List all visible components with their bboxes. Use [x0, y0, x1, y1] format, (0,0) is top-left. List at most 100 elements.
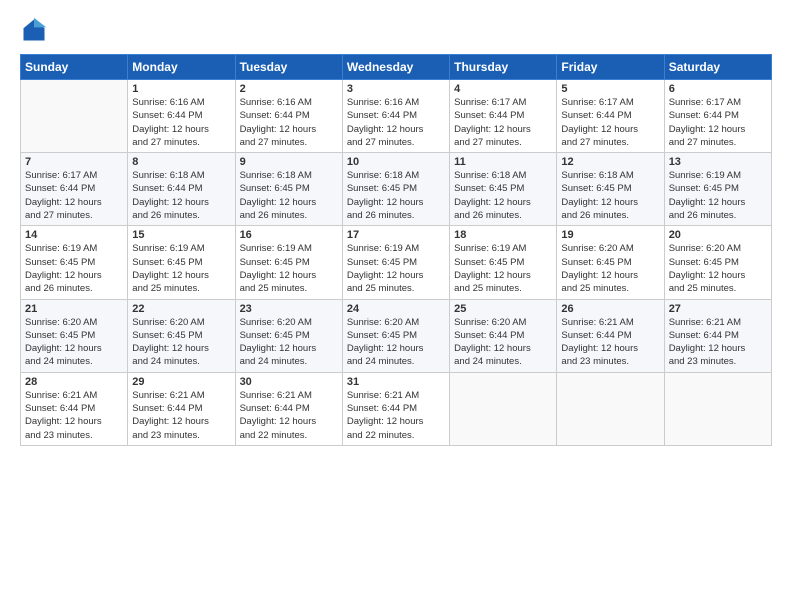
day-info: Sunrise: 6:19 AM Sunset: 6:45 PM Dayligh… [240, 242, 338, 295]
calendar-cell [21, 80, 128, 153]
day-number: 24 [347, 303, 445, 315]
day-info: Sunrise: 6:17 AM Sunset: 6:44 PM Dayligh… [669, 96, 767, 149]
day-info: Sunrise: 6:18 AM Sunset: 6:45 PM Dayligh… [240, 169, 338, 222]
calendar-cell: 5Sunrise: 6:17 AM Sunset: 6:44 PM Daylig… [557, 80, 664, 153]
day-number: 7 [25, 156, 123, 168]
day-number: 15 [132, 229, 230, 241]
day-number: 4 [454, 83, 552, 95]
day-number: 28 [25, 376, 123, 388]
calendar-cell [450, 372, 557, 445]
day-info: Sunrise: 6:16 AM Sunset: 6:44 PM Dayligh… [240, 96, 338, 149]
day-info: Sunrise: 6:21 AM Sunset: 6:44 PM Dayligh… [347, 389, 445, 442]
calendar-cell: 23Sunrise: 6:20 AM Sunset: 6:45 PM Dayli… [235, 299, 342, 372]
calendar-cell: 25Sunrise: 6:20 AM Sunset: 6:44 PM Dayli… [450, 299, 557, 372]
day-info: Sunrise: 6:16 AM Sunset: 6:44 PM Dayligh… [347, 96, 445, 149]
day-number: 17 [347, 229, 445, 241]
day-info: Sunrise: 6:19 AM Sunset: 6:45 PM Dayligh… [25, 242, 123, 295]
day-info: Sunrise: 6:20 AM Sunset: 6:45 PM Dayligh… [25, 316, 123, 369]
day-number: 10 [347, 156, 445, 168]
calendar-cell: 15Sunrise: 6:19 AM Sunset: 6:45 PM Dayli… [128, 226, 235, 299]
day-info: Sunrise: 6:21 AM Sunset: 6:44 PM Dayligh… [669, 316, 767, 369]
day-number: 21 [25, 303, 123, 315]
day-info: Sunrise: 6:18 AM Sunset: 6:45 PM Dayligh… [454, 169, 552, 222]
logo-icon [20, 16, 48, 44]
day-number: 30 [240, 376, 338, 388]
day-info: Sunrise: 6:19 AM Sunset: 6:45 PM Dayligh… [669, 169, 767, 222]
day-number: 25 [454, 303, 552, 315]
day-number: 5 [561, 83, 659, 95]
day-number: 8 [132, 156, 230, 168]
calendar-cell: 11Sunrise: 6:18 AM Sunset: 6:45 PM Dayli… [450, 153, 557, 226]
day-info: Sunrise: 6:19 AM Sunset: 6:45 PM Dayligh… [454, 242, 552, 295]
calendar-cell: 17Sunrise: 6:19 AM Sunset: 6:45 PM Dayli… [342, 226, 449, 299]
day-info: Sunrise: 6:17 AM Sunset: 6:44 PM Dayligh… [25, 169, 123, 222]
weekday-header: Monday [128, 55, 235, 80]
weekday-header: Wednesday [342, 55, 449, 80]
weekday-header: Friday [557, 55, 664, 80]
calendar-cell: 7Sunrise: 6:17 AM Sunset: 6:44 PM Daylig… [21, 153, 128, 226]
calendar-table: SundayMondayTuesdayWednesdayThursdayFrid… [20, 54, 772, 446]
day-number: 11 [454, 156, 552, 168]
weekday-header: Thursday [450, 55, 557, 80]
calendar-cell: 16Sunrise: 6:19 AM Sunset: 6:45 PM Dayli… [235, 226, 342, 299]
day-info: Sunrise: 6:21 AM Sunset: 6:44 PM Dayligh… [132, 389, 230, 442]
header [20, 16, 772, 44]
day-info: Sunrise: 6:20 AM Sunset: 6:45 PM Dayligh… [669, 242, 767, 295]
calendar-cell [557, 372, 664, 445]
calendar-week-row: 14Sunrise: 6:19 AM Sunset: 6:45 PM Dayli… [21, 226, 772, 299]
calendar-cell: 9Sunrise: 6:18 AM Sunset: 6:45 PM Daylig… [235, 153, 342, 226]
day-number: 18 [454, 229, 552, 241]
day-info: Sunrise: 6:21 AM Sunset: 6:44 PM Dayligh… [240, 389, 338, 442]
day-number: 22 [132, 303, 230, 315]
calendar-cell: 2Sunrise: 6:16 AM Sunset: 6:44 PM Daylig… [235, 80, 342, 153]
day-info: Sunrise: 6:18 AM Sunset: 6:45 PM Dayligh… [561, 169, 659, 222]
logo [20, 16, 52, 44]
calendar-cell: 3Sunrise: 6:16 AM Sunset: 6:44 PM Daylig… [342, 80, 449, 153]
calendar-cell: 13Sunrise: 6:19 AM Sunset: 6:45 PM Dayli… [664, 153, 771, 226]
day-info: Sunrise: 6:20 AM Sunset: 6:45 PM Dayligh… [347, 316, 445, 369]
day-number: 1 [132, 83, 230, 95]
day-number: 31 [347, 376, 445, 388]
calendar-cell: 6Sunrise: 6:17 AM Sunset: 6:44 PM Daylig… [664, 80, 771, 153]
day-info: Sunrise: 6:21 AM Sunset: 6:44 PM Dayligh… [25, 389, 123, 442]
calendar-week-row: 21Sunrise: 6:20 AM Sunset: 6:45 PM Dayli… [21, 299, 772, 372]
calendar-cell: 24Sunrise: 6:20 AM Sunset: 6:45 PM Dayli… [342, 299, 449, 372]
weekday-header: Saturday [664, 55, 771, 80]
calendar-week-row: 1 Sunrise: 6:16 AM Sunset: 6:44 PM Daylig… [21, 80, 772, 153]
day-info: Sunrise: 6:19 AM Sunset: 6:45 PM Dayligh… [347, 242, 445, 295]
day-number: 26 [561, 303, 659, 315]
day-info: Sunrise: 6:20 AM Sunset: 6:45 PM Dayligh… [240, 316, 338, 369]
day-info: Sunrise: 6:20 AM Sunset: 6:44 PM Dayligh… [454, 316, 552, 369]
calendar-cell: 8Sunrise: 6:18 AM Sunset: 6:44 PM Daylig… [128, 153, 235, 226]
calendar-week-row: 28Sunrise: 6:21 AM Sunset: 6:44 PM Dayli… [21, 372, 772, 445]
day-number: 27 [669, 303, 767, 315]
day-info: Sunrise: 6:18 AM Sunset: 6:45 PM Dayligh… [347, 169, 445, 222]
calendar-cell: 18Sunrise: 6:19 AM Sunset: 6:45 PM Dayli… [450, 226, 557, 299]
day-number: 6 [669, 83, 767, 95]
day-info: Sunrise: 6:18 AM Sunset: 6:44 PM Dayligh… [132, 169, 230, 222]
weekday-header: Tuesday [235, 55, 342, 80]
day-number: 23 [240, 303, 338, 315]
day-number: 20 [669, 229, 767, 241]
calendar-cell: 29Sunrise: 6:21 AM Sunset: 6:44 PM Dayli… [128, 372, 235, 445]
day-number: 16 [240, 229, 338, 241]
calendar-cell: 28Sunrise: 6:21 AM Sunset: 6:44 PM Dayli… [21, 372, 128, 445]
calendar-cell: 14Sunrise: 6:19 AM Sunset: 6:45 PM Dayli… [21, 226, 128, 299]
day-info: Sunrise: 6:19 AM Sunset: 6:45 PM Dayligh… [132, 242, 230, 295]
calendar-cell: 27Sunrise: 6:21 AM Sunset: 6:44 PM Dayli… [664, 299, 771, 372]
day-info: Sunrise: 6:17 AM Sunset: 6:44 PM Dayligh… [454, 96, 552, 149]
day-number: 9 [240, 156, 338, 168]
day-info: Sunrise: 6:20 AM Sunset: 6:45 PM Dayligh… [132, 316, 230, 369]
calendar-week-row: 7Sunrise: 6:17 AM Sunset: 6:44 PM Daylig… [21, 153, 772, 226]
day-info: Sunrise: 6:20 AM Sunset: 6:45 PM Dayligh… [561, 242, 659, 295]
calendar-cell: 19Sunrise: 6:20 AM Sunset: 6:45 PM Dayli… [557, 226, 664, 299]
calendar-cell: 10Sunrise: 6:18 AM Sunset: 6:45 PM Dayli… [342, 153, 449, 226]
calendar-cell: 30Sunrise: 6:21 AM Sunset: 6:44 PM Dayli… [235, 372, 342, 445]
page: SundayMondayTuesdayWednesdayThursdayFrid… [0, 0, 792, 612]
calendar-cell: 20Sunrise: 6:20 AM Sunset: 6:45 PM Dayli… [664, 226, 771, 299]
day-info: Sunrise: 6:21 AM Sunset: 6:44 PM Dayligh… [561, 316, 659, 369]
day-number: 14 [25, 229, 123, 241]
calendar-cell: 1Sunrise: 6:16 AM Sunset: 6:44 PM Daylig… [128, 80, 235, 153]
calendar-cell: 31Sunrise: 6:21 AM Sunset: 6:44 PM Dayli… [342, 372, 449, 445]
day-info: Sunrise: 6:17 AM Sunset: 6:44 PM Dayligh… [561, 96, 659, 149]
